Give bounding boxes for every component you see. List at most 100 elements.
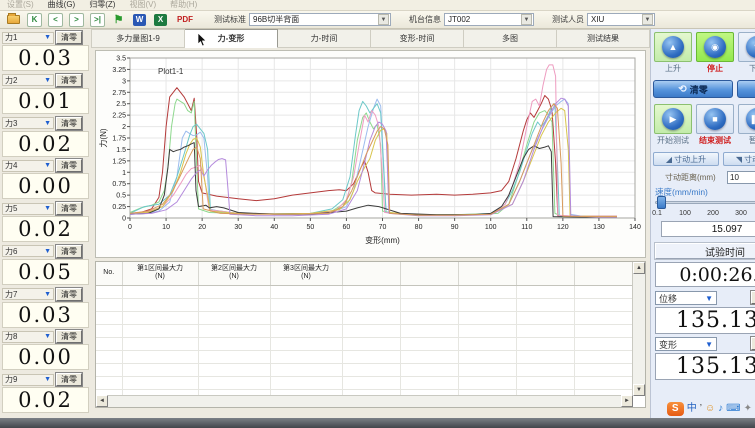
force-channel-select[interactable]: 力6▼: [2, 245, 54, 257]
return-button[interactable]: ⇄: [737, 80, 755, 98]
table-cell: [198, 324, 270, 337]
clear-button[interactable]: 清零: [56, 31, 82, 44]
table-cell: [198, 311, 270, 324]
excel-export-icon[interactable]: X: [153, 13, 168, 27]
tab-item[interactable]: 多力量图1-9: [91, 29, 185, 48]
table-row[interactable]: [96, 376, 632, 389]
flag-icon[interactable]: ⚑: [111, 13, 126, 27]
menu-item[interactable]: 归零(Z): [82, 0, 122, 10]
table-row[interactable]: [96, 324, 632, 337]
word-export-icon[interactable]: W: [132, 13, 147, 27]
pdf-export-icon[interactable]: PDF: [174, 13, 196, 27]
start-test-button[interactable]: ▶开始测试: [653, 104, 693, 146]
vertical-scrollbar[interactable]: ▲ ▼: [632, 262, 645, 396]
stop-button[interactable]: ◉停止: [695, 32, 735, 74]
field-select[interactable]: XIU▼: [587, 13, 655, 26]
next-record-icon[interactable]: >: [69, 13, 84, 27]
table-cell: [122, 337, 198, 350]
table-row[interactable]: [96, 337, 632, 350]
force-channel-group: 力2▼清零0.01: [0, 73, 91, 116]
end-test-button[interactable]: ■结束测试: [695, 104, 735, 146]
speed-slider[interactable]: [655, 201, 755, 204]
clear-button[interactable]: 清零: [56, 117, 82, 130]
svg-text:0: 0: [128, 224, 132, 231]
up-button-pad[interactable]: ▲: [654, 32, 692, 62]
stop-button-pad[interactable]: ◉: [696, 32, 734, 62]
start-test-button-pad[interactable]: ▶: [654, 104, 692, 134]
keyboard-icon[interactable]: ⌨: [726, 402, 740, 416]
table-cell: [198, 363, 270, 376]
up-button[interactable]: ▲上升: [653, 32, 693, 74]
jog-distance-input[interactable]: 10: [727, 171, 755, 184]
force-channel-select[interactable]: 力5▼: [2, 203, 54, 215]
table-row[interactable]: [96, 298, 632, 311]
field-select[interactable]: JT002▼: [444, 13, 534, 26]
force-channel-select[interactable]: 力2▼: [2, 74, 54, 86]
table-row[interactable]: [96, 350, 632, 363]
down-button-pad[interactable]: ▼: [738, 32, 755, 62]
clear-force-button[interactable]: ⟲ 清零: [653, 80, 733, 98]
clear-button[interactable]: 清零: [56, 245, 82, 258]
sogou-logo[interactable]: S: [667, 402, 684, 416]
table-cell: [342, 285, 400, 298]
emoji-icon[interactable]: ☺: [705, 402, 715, 416]
table-cell: [516, 324, 574, 337]
clear-button[interactable]: 清零: [56, 330, 82, 343]
force-channel-select[interactable]: 力9▼: [2, 374, 54, 386]
force-channel-select[interactable]: 力7▼: [2, 288, 54, 300]
force-channel-select[interactable]: 力4▼: [2, 160, 54, 172]
chevron-down-icon[interactable]: ▼: [378, 14, 389, 25]
force-channel-select[interactable]: 力3▼: [2, 117, 54, 129]
scroll-up-icon[interactable]: ▲: [633, 262, 645, 274]
toolbar-field: 测试人员XIU▼: [552, 13, 655, 26]
horizontal-scrollbar[interactable]: ◄ ►: [96, 395, 633, 407]
menu-item: 设置(S): [0, 0, 41, 10]
menu-item[interactable]: 曲线(G): [41, 0, 83, 10]
clear-button[interactable]: 清零: [56, 288, 82, 301]
tab-item[interactable]: 力-时间: [278, 29, 371, 48]
voice-input-icon[interactable]: ♪: [718, 402, 723, 416]
field-select[interactable]: 96B切半背面▼: [249, 13, 391, 26]
scroll-right-icon[interactable]: ►: [621, 395, 633, 407]
table-cell: [96, 376, 122, 389]
clear-button[interactable]: 清零: [56, 373, 82, 386]
table-cell: [198, 337, 270, 350]
clear-button[interactable]: 清零: [56, 202, 82, 215]
table-row[interactable]: [96, 311, 632, 324]
end-test-button-pad[interactable]: ■: [696, 104, 734, 134]
tab-item[interactable]: 多图: [464, 29, 557, 48]
displacement-clear-button[interactable]: 清零: [751, 291, 755, 304]
tab-item[interactable]: 变形-时间: [371, 29, 464, 48]
first-record-icon[interactable]: K: [27, 13, 42, 27]
scroll-down-icon[interactable]: ▼: [633, 384, 645, 396]
table-cell: [574, 285, 632, 298]
prev-record-icon[interactable]: <: [48, 13, 63, 27]
pause-button-pad[interactable]: ❚❚: [738, 104, 755, 134]
open-file-icon[interactable]: [6, 13, 21, 27]
chevron-down-icon[interactable]: ▼: [642, 14, 653, 25]
chevron-down-icon[interactable]: ▼: [521, 14, 532, 25]
jog-up-button[interactable]: ◢ 寸动上升: [653, 152, 719, 166]
force-channel-select[interactable]: 力1▼: [2, 32, 54, 44]
table-cell: [270, 324, 342, 337]
force-deformation-chart: 00.250.50.7511.251.51.7522.252.52.7533.2…: [96, 51, 645, 257]
table-row[interactable]: [96, 363, 632, 376]
jog-down-button[interactable]: ◥ 寸动下降: [723, 152, 755, 166]
deformation-clear-button[interactable]: 清零: [751, 337, 755, 350]
punctuation-icon[interactable]: ’: [700, 402, 702, 416]
clear-button[interactable]: 清零: [56, 74, 82, 87]
scroll-left-icon[interactable]: ◄: [96, 395, 108, 407]
speed-slider-thumb[interactable]: [657, 196, 666, 209]
chinese-mode-icon[interactable]: 中: [687, 402, 697, 416]
chevron-down-icon: ▼: [44, 291, 51, 298]
force-channel-select[interactable]: 力8▼: [2, 331, 54, 343]
pause-button[interactable]: ❚❚暂停: [737, 104, 755, 146]
tab-item[interactable]: 测试结果: [557, 29, 650, 48]
last-record-icon[interactable]: >|: [90, 13, 105, 27]
down-button[interactable]: ▼下降: [737, 32, 755, 74]
clear-button[interactable]: 清零: [56, 159, 82, 172]
toolbox-icon[interactable]: ✦: [744, 402, 752, 416]
table-row[interactable]: [96, 285, 632, 298]
displacement-select[interactable]: 位移 ▼: [655, 291, 717, 305]
deformation-select[interactable]: 变形 ▼: [655, 337, 717, 351]
